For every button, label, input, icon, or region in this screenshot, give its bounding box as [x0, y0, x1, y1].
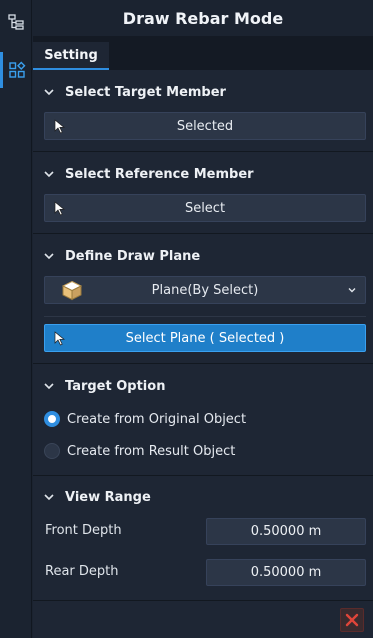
radio-original-object[interactable]: Create from Original Object — [44, 408, 246, 430]
tab-setting[interactable]: Setting — [33, 42, 109, 70]
section-title: View Range — [65, 489, 151, 505]
target-member-select-button[interactable]: Selected — [44, 112, 366, 140]
button-label: Select Plane ( Selected ) — [125, 330, 285, 346]
chevron-down-icon — [44, 89, 54, 96]
section-title: Select Reference Member — [65, 166, 254, 182]
button-label: Select — [184, 200, 226, 216]
plane-dropdown-value: Plane(By Select) — [151, 282, 259, 298]
reference-member-select-button[interactable]: Select — [44, 194, 366, 222]
cube-plane-icon — [61, 280, 83, 301]
close-button[interactable] — [340, 608, 364, 632]
rear-depth-input[interactable]: 0.50000 m — [206, 559, 366, 586]
select-plane-button[interactable]: Select Plane ( Selected ) — [44, 324, 366, 352]
pointer-cursor-icon — [54, 331, 65, 346]
panel-footer — [33, 601, 373, 638]
chevron-down-icon — [348, 288, 356, 293]
tree-hierarchy-button[interactable] — [0, 4, 31, 40]
close-icon — [345, 613, 359, 627]
section-header-reference-member[interactable]: Select Reference Member — [43, 164, 254, 184]
radio-button-selected[interactable] — [44, 411, 60, 427]
chevron-down-icon — [44, 383, 54, 390]
section-header-target-member[interactable]: Select Target Member — [43, 82, 226, 102]
section-header-view-range[interactable]: View Range — [43, 487, 151, 507]
left-tool-rail — [0, 0, 32, 638]
section-header-target-option[interactable]: Target Option — [43, 376, 165, 396]
front-depth-input[interactable]: 0.50000 m — [206, 518, 366, 545]
section-title: Select Target Member — [65, 84, 226, 100]
tree-hierarchy-icon — [7, 14, 24, 30]
radio-result-object[interactable]: Create from Result Object — [44, 440, 235, 462]
pointer-cursor-icon — [54, 201, 65, 216]
settings-panel-button[interactable] — [0, 52, 31, 88]
panel-shapes-icon — [9, 61, 26, 78]
front-depth-label: Front Depth — [45, 522, 122, 538]
tab-strip: Setting — [33, 36, 373, 70]
section-draw-plane: Define Draw Plane Plane(By Select) Selec… — [33, 234, 373, 364]
panel-title: Draw Rebar Mode — [33, 0, 373, 36]
section-target-option: Target Option Create from Original Objec… — [33, 364, 373, 476]
rear-depth-label: Rear Depth — [45, 563, 119, 579]
button-label: Selected — [176, 118, 234, 134]
radio-button-unselected[interactable] — [44, 443, 60, 459]
section-header-draw-plane[interactable]: Define Draw Plane — [43, 246, 200, 266]
section-reference-member: Select Reference Member Select — [33, 152, 373, 234]
chevron-down-icon — [44, 253, 54, 260]
divider — [44, 316, 366, 317]
section-title: Target Option — [65, 378, 166, 394]
radio-label: Create from Result Object — [67, 443, 236, 459]
pointer-cursor-icon — [54, 119, 65, 134]
plane-dropdown[interactable]: Plane(By Select) — [44, 276, 366, 304]
chevron-down-icon — [44, 171, 54, 178]
chevron-down-icon — [44, 494, 54, 501]
section-title: Define Draw Plane — [65, 248, 201, 264]
section-view-range: View Range Front Depth 0.50000 m Rear De… — [33, 476, 373, 601]
section-target-member: Select Target Member Selected — [33, 70, 373, 152]
radio-label: Create from Original Object — [67, 411, 247, 427]
